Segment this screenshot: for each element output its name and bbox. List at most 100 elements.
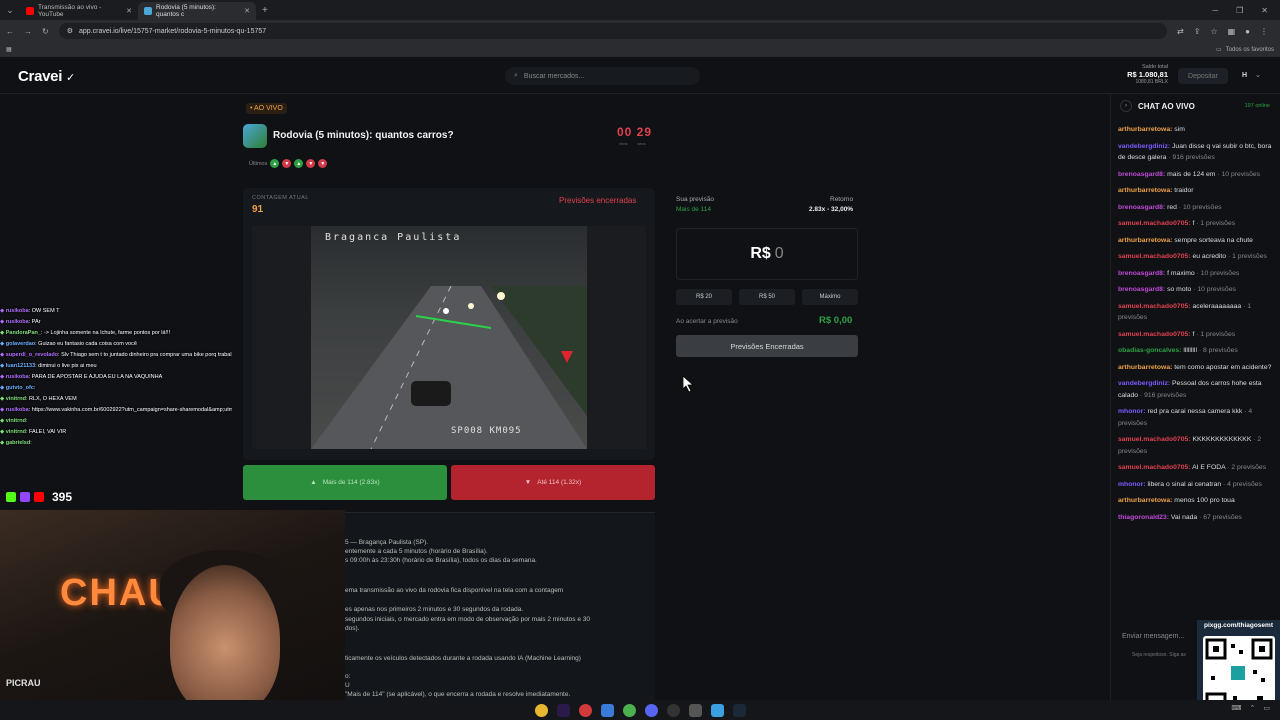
chat-username[interactable]: obadias-goncalves: bbox=[1118, 347, 1181, 354]
user-initial: H bbox=[1242, 72, 1248, 79]
live-camera-video[interactable]: Braganca Paulista SP008 KM095 bbox=[252, 226, 646, 449]
stream-chat-line: ◆ vinitrnd: bbox=[0, 416, 232, 427]
stream-chat-text: : FALEI, VAI VIR bbox=[25, 429, 67, 435]
bet-under-button[interactable]: ▼ Até 114 (1.32x) bbox=[451, 465, 655, 500]
chat-username[interactable]: arthurbarretowa: bbox=[1118, 364, 1172, 371]
amount-input[interactable]: R$ 0 bbox=[676, 228, 858, 280]
chat-username[interactable]: samuel.machado0705: bbox=[1118, 220, 1191, 227]
chat-username[interactable]: samuel.machado0705: bbox=[1118, 436, 1191, 443]
chat-username[interactable]: samuel.machado0705: bbox=[1118, 331, 1191, 338]
bet-over-button[interactable]: ▲ Mais de 114 (2.83x) bbox=[243, 465, 447, 500]
share-icon[interactable]: ⇪ bbox=[1194, 27, 1201, 36]
chat-username[interactable]: arthurbarretowa: bbox=[1118, 126, 1172, 133]
stream-chat-text: : bbox=[33, 385, 36, 391]
premiere-icon[interactable] bbox=[556, 703, 570, 717]
tab-youtube[interactable]: Transmissão ao vivo - YouTube ✕ bbox=[20, 2, 138, 20]
desc-line: "Mais de 114" (se aplicável), o que ence… bbox=[345, 691, 571, 698]
vivaldi-icon[interactable] bbox=[578, 703, 592, 717]
reload-icon[interactable]: ↻ bbox=[42, 27, 49, 36]
chat-username[interactable]: thiagoronald23: bbox=[1118, 514, 1169, 521]
amount-chip-max[interactable]: Máximo bbox=[802, 289, 858, 305]
chat-username[interactable]: arthurbarretowa: bbox=[1118, 187, 1172, 194]
stream-chat-line: ◆ rusikoba: https://www.vakinha.com.br/6… bbox=[0, 405, 232, 416]
amount-chip-20[interactable]: R$ 20 bbox=[676, 289, 732, 305]
tab-search-icon[interactable]: ⌄ bbox=[0, 5, 20, 16]
close-icon[interactable]: ✕ bbox=[126, 7, 132, 15]
chat-username[interactable]: arthurbarretowa: bbox=[1118, 497, 1172, 504]
close-window-icon[interactable]: ✕ bbox=[1261, 6, 1268, 15]
tray-chevron-icon[interactable]: ⌃ bbox=[1250, 704, 1256, 712]
app-active-icon[interactable] bbox=[710, 703, 724, 717]
stream-chat-user: rusikoba bbox=[5, 319, 29, 325]
chevron-down-icon: ⌄ bbox=[1255, 72, 1261, 79]
chat-username[interactable]: samuel.machado0705: bbox=[1118, 464, 1191, 471]
chat-username[interactable]: vandebergdiniz: bbox=[1118, 380, 1170, 387]
back-icon[interactable]: ← bbox=[6, 27, 14, 36]
site-info-icon[interactable]: ⚙ bbox=[67, 27, 73, 35]
chat-message: arthurbarretowa: menos 100 pro toua bbox=[1118, 495, 1274, 507]
stream-chat-user: vinitrnd bbox=[5, 396, 26, 402]
chat-text: mais de 124 em bbox=[1167, 170, 1216, 178]
chat-message: vandebergdiniz: Pessoal dos carros hohe … bbox=[1118, 378, 1274, 401]
chat-username[interactable]: vandebergdiniz: bbox=[1118, 143, 1170, 150]
chat-text: f maximo bbox=[1167, 269, 1195, 277]
minimize-icon[interactable]: ─ bbox=[1212, 6, 1218, 15]
new-tab-icon[interactable]: + bbox=[262, 5, 268, 16]
bookmark-star-icon[interactable]: ☆ bbox=[1210, 27, 1217, 36]
apps-icon[interactable]: ▦ bbox=[6, 46, 12, 53]
chat-text: lllllllll bbox=[1183, 347, 1197, 354]
timer-units: mins secs bbox=[619, 141, 646, 146]
chat-username[interactable]: brenoasgard8: bbox=[1118, 204, 1165, 211]
forward-icon[interactable]: → bbox=[24, 27, 32, 36]
menu-icon[interactable]: ⋮ bbox=[1260, 27, 1268, 36]
chrome-icon[interactable] bbox=[534, 703, 548, 717]
files-icon[interactable] bbox=[600, 703, 614, 717]
chat-username[interactable]: brenoasgard8: bbox=[1118, 286, 1165, 293]
all-bookmarks[interactable]: ▭ Todos os favoritos bbox=[1215, 46, 1274, 54]
chat-meta: · 10 previsões bbox=[1196, 269, 1240, 277]
return-value: 2.83x - 32,00% bbox=[809, 206, 854, 213]
tab-cravei[interactable]: Rodovia (5 minutos): quantos c ✕ bbox=[138, 2, 256, 20]
search-input[interactable]: ⌕ Buscar mercados... bbox=[505, 67, 700, 85]
stream-chat-line: ◆ gutvto_ofc: bbox=[0, 383, 232, 394]
deposit-button[interactable]: Depositar bbox=[1178, 68, 1228, 84]
chat-input[interactable]: Enviar mensagem... bbox=[1118, 627, 1198, 645]
amount-chip-50[interactable]: R$ 50 bbox=[739, 289, 795, 305]
obs-icon[interactable] bbox=[666, 703, 680, 717]
chat-username[interactable]: mhonor: bbox=[1118, 481, 1146, 488]
chat-username[interactable]: arthurbarretowa: bbox=[1118, 237, 1172, 244]
chrome-alt-icon[interactable] bbox=[622, 703, 636, 717]
download-icon[interactable] bbox=[688, 703, 702, 717]
desc-line: ema transmissão ao vivo da rodovia fica … bbox=[345, 587, 564, 594]
chat-text: AI E FODA bbox=[1192, 464, 1226, 471]
stream-chat-line: ◆ vinitrnd: RLX, O HEXA VEM bbox=[0, 394, 232, 405]
chevron-right-icon[interactable]: › bbox=[1120, 100, 1132, 112]
chat-username[interactable]: samuel.machado0705: bbox=[1118, 253, 1191, 260]
chat-username[interactable]: brenoasgard8: bbox=[1118, 270, 1165, 277]
chat-username[interactable]: brenoasgard8: bbox=[1118, 171, 1165, 178]
maximize-icon[interactable]: ❐ bbox=[1236, 6, 1243, 15]
your-prediction-value: Mais de 114 bbox=[676, 206, 711, 213]
address-bar[interactable]: ⚙ app.cravei.io/live/15757-market/rodovi… bbox=[58, 23, 1168, 39]
kick-icon bbox=[6, 492, 16, 502]
chat-text: menos 100 pro toua bbox=[1174, 497, 1235, 504]
cravei-logo[interactable]: Cravei ✓ bbox=[18, 68, 75, 85]
keyboard-icon[interactable]: ⌨ bbox=[1231, 704, 1241, 712]
user-menu[interactable]: H ⌄ bbox=[1242, 71, 1261, 79]
chat-username[interactable]: mhonor: bbox=[1118, 408, 1146, 415]
profile-icon[interactable]: ● bbox=[1245, 27, 1250, 36]
close-icon[interactable]: ✕ bbox=[244, 7, 250, 15]
balance-value: R$ 1.080,81 bbox=[1127, 70, 1168, 79]
stream-chat-user: gabrielsd bbox=[5, 440, 31, 446]
amount-value: 0 bbox=[774, 245, 784, 262]
extensions-icon[interactable]: ▦ bbox=[1228, 27, 1236, 36]
predictions-closed-button[interactable]: Previsões Encerradas bbox=[676, 335, 858, 357]
folder-icon: ▭ bbox=[1215, 47, 1222, 53]
translate-icon[interactable]: ⇄ bbox=[1177, 27, 1184, 36]
monitor-icon[interactable]: ▭ bbox=[1263, 704, 1270, 712]
chat-text: red pra carai nessa camera kkk bbox=[1147, 408, 1243, 415]
chat-username[interactable]: samuel.machado0705: bbox=[1118, 303, 1191, 310]
payout-label: Ao acertar a previsão bbox=[676, 318, 738, 325]
discord-icon[interactable] bbox=[644, 703, 658, 717]
steam-icon[interactable] bbox=[732, 703, 746, 717]
